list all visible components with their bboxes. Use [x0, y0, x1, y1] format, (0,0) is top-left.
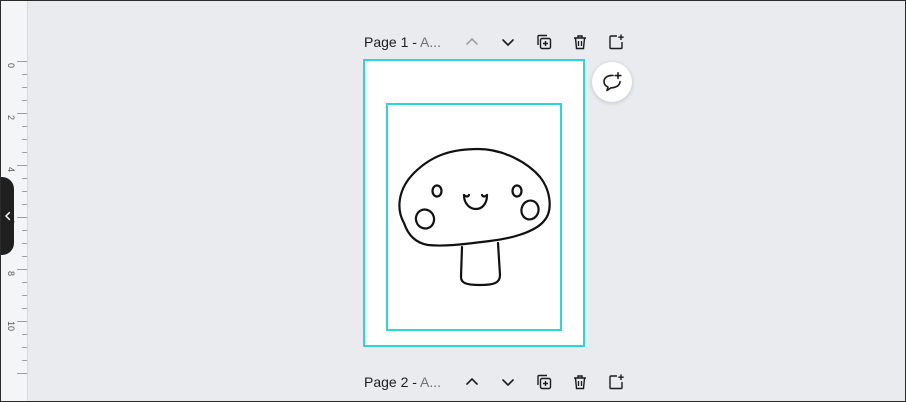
add-page-button[interactable] — [605, 371, 627, 393]
selected-image-frame[interactable] — [386, 103, 562, 331]
ruler-label: 4 — [6, 167, 16, 173]
duplicate-page-button[interactable] — [533, 31, 555, 53]
chevron-up-icon — [466, 38, 478, 45]
collapse-panel-button[interactable] — [1, 177, 14, 255]
duplicate-page-icon — [537, 374, 552, 390]
add-page-icon — [609, 34, 624, 50]
page-2-header: Page 2 - A... — [364, 371, 641, 393]
move-page-down-button[interactable] — [497, 31, 519, 53]
page-title[interactable]: Page 1 - A... — [364, 34, 441, 50]
add-page-button[interactable] — [605, 31, 627, 53]
ruler-label: 10 — [6, 321, 16, 332]
move-page-down-button[interactable] — [497, 371, 519, 393]
trash-icon — [574, 35, 587, 50]
page-1-canvas[interactable] — [363, 59, 585, 347]
add-page-icon — [609, 374, 624, 390]
ruler-label: 8 — [6, 271, 16, 277]
delete-page-button[interactable] — [569, 371, 591, 393]
chevron-down-icon — [502, 39, 514, 46]
move-page-up-button[interactable] — [461, 371, 483, 393]
trash-icon — [574, 375, 587, 390]
chevron-down-icon — [502, 379, 514, 386]
ruler-label: 0 — [6, 63, 16, 69]
delete-page-button[interactable] — [569, 31, 591, 53]
duplicate-page-button[interactable] — [533, 371, 555, 393]
add-comment-button[interactable] — [592, 62, 632, 102]
add-comment-icon — [603, 72, 622, 92]
page-1-header: Page 1 - A... — [364, 31, 641, 53]
move-page-up-button[interactable] — [461, 31, 483, 53]
chevron-up-icon — [466, 378, 478, 385]
mushroom-drawing — [398, 147, 551, 287]
editor-frame: 0 2 4 6 8 10 Page 1 - A... — [0, 0, 906, 402]
chevron-left-icon — [4, 211, 10, 221]
page-title[interactable]: Page 2 - A... — [364, 374, 441, 390]
ruler-label: 2 — [6, 115, 16, 121]
duplicate-page-icon — [537, 34, 552, 50]
